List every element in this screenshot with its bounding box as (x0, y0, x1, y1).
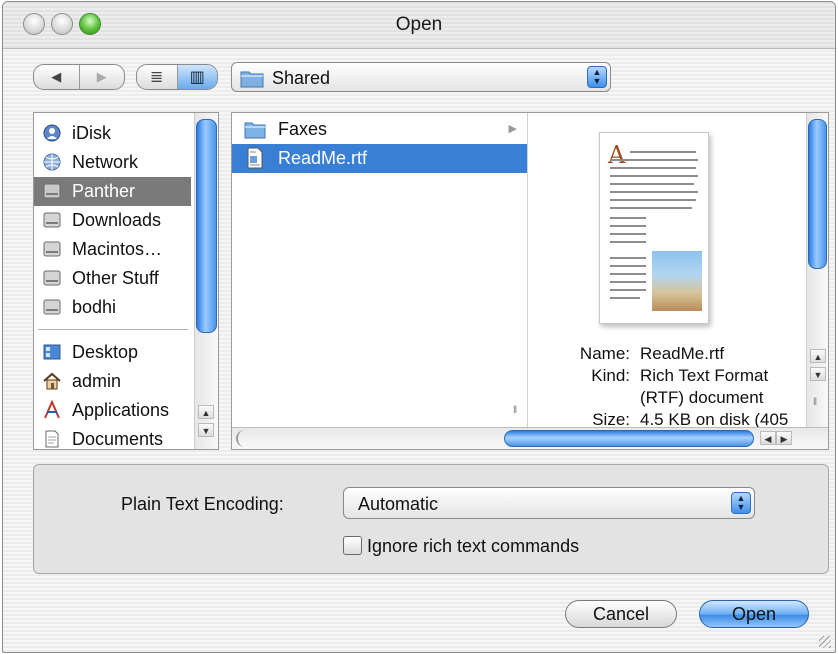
scroll-up-arrow-icon[interactable]: ▲ (198, 405, 214, 419)
documents-icon (45, 430, 59, 448)
sidebar-item-macintosh[interactable]: Macintos… (34, 235, 191, 264)
sidebar: iDisk Network Panther Downloads Macintos… (33, 112, 219, 450)
sidebar-item-panther[interactable]: Panther (34, 177, 191, 206)
drop-cap-glyph: A (608, 141, 626, 169)
sidebar-item-label: iDisk (72, 123, 111, 143)
idisk-icon (43, 124, 61, 142)
list-item-faxes[interactable]: Faxes ▶ (232, 115, 527, 144)
sidebar-item-label: Panther (72, 181, 136, 201)
column-browser: Faxes ▶ ReadMe.rtf ‖ A Name: ReadMe.rtf … (231, 112, 829, 450)
hard-drive-icon (43, 299, 61, 315)
preview-scrollbar[interactable]: ▲ ▼ ‖ (806, 113, 828, 427)
list-item-readme[interactable]: ReadMe.rtf (232, 144, 527, 173)
sidebar-item-label: Applications (72, 400, 170, 420)
window-title: Open (395, 14, 443, 35)
cancel-button[interactable]: Cancel (565, 600, 677, 628)
folder-icon (240, 71, 264, 88)
chevron-right-icon: ▶ (508, 123, 517, 135)
ignore-rich-text-label[interactable]: Ignore rich text commands (367, 536, 579, 557)
rtf-document-icon (247, 147, 263, 169)
document-thumbnail: A (599, 132, 709, 324)
file-name: ReadMe.rtf (278, 148, 368, 168)
document-photo (652, 251, 702, 311)
scroll-up-arrow-icon[interactable]: ▲ (810, 349, 826, 363)
sidebar-scrollbar[interactable]: ▲ ▼ (194, 113, 218, 449)
preview-scroll-thumb[interactable] (808, 119, 827, 269)
column-resize-grip[interactable]: ‖ (813, 397, 817, 408)
sidebar-item-documents[interactable]: Documents (34, 425, 191, 449)
file-name: Faxes (278, 119, 328, 139)
sidebar-item-applications[interactable]: Applications (34, 396, 191, 425)
hard-drive-icon (43, 270, 61, 286)
folder-icon (244, 122, 266, 139)
sidebar-item-network[interactable]: Network (34, 148, 191, 177)
back-forward-control: ◀ ▶ (33, 64, 125, 90)
open-button[interactable]: Open (699, 600, 809, 628)
sidebar-item-label: Desktop (72, 342, 139, 362)
sidebar-divider (38, 329, 188, 330)
options-panel (33, 464, 829, 574)
title-bar[interactable]: Open (3, 2, 835, 49)
sidebar-item-downloads[interactable]: Downloads (34, 206, 191, 235)
scroll-left-arrow-icon[interactable]: ◀ (760, 431, 776, 445)
scroll-down-arrow-icon[interactable]: ▼ (198, 423, 214, 437)
scroll-right-arrow-icon[interactable]: ▶ (776, 431, 792, 445)
file-column: Faxes ▶ ReadMe.rtf (232, 113, 528, 427)
horizontal-scrollbar[interactable]: ◀ ▶ (232, 427, 828, 449)
sidebar-item-label: admin (72, 371, 122, 391)
sidebar-item-admin[interactable]: admin (34, 367, 191, 396)
network-icon (43, 153, 61, 171)
resize-grip-icon[interactable] (819, 636, 831, 648)
list-view-button[interactable]: ≣ (137, 65, 178, 89)
hard-drive-icon (43, 183, 61, 199)
encoding-label: Plain Text Encoding: (121, 494, 284, 514)
popup-arrows-icon: ▲ ▼ (731, 492, 751, 514)
back-button[interactable]: ◀ (34, 65, 80, 89)
column-resize-grip[interactable]: ‖ (513, 405, 517, 416)
sidebar-item-label: Other Stuff (72, 268, 159, 288)
column-view-button[interactable]: ▥ (177, 65, 217, 89)
popup-arrows-icon: ▲ ▼ (587, 66, 607, 88)
sidebar-item-bodhi[interactable]: bodhi (34, 293, 191, 322)
hard-drive-icon (43, 212, 61, 228)
sidebar-scroll-thumb[interactable] (196, 119, 217, 333)
sidebar-item-label: Documents (72, 429, 164, 449)
sidebar-item-label: bodhi (72, 297, 117, 317)
location-popup[interactable]: Shared ▲ ▼ (231, 62, 611, 92)
applications-icon (44, 400, 60, 419)
view-mode-control: ≣ ▥ (136, 64, 218, 90)
encoding-value: Automatic (358, 494, 439, 514)
hard-drive-icon (43, 241, 61, 257)
scroll-down-arrow-icon[interactable]: ▼ (810, 367, 826, 381)
sidebar-item-idisk[interactable]: iDisk (34, 119, 191, 148)
desktop-icon (43, 344, 61, 360)
location-label: Shared (272, 68, 331, 88)
open-dialog: Open ◀ ▶ ≣ ▥ Shared ▲ ▼ iDisk Network Pan… (2, 1, 836, 653)
sidebar-item-label: Network (72, 152, 139, 172)
encoding-popup[interactable]: Automatic ▲ ▼ (343, 487, 755, 519)
horizontal-scroll-thumb[interactable] (504, 430, 754, 447)
sidebar-item-desktop[interactable]: Desktop (34, 338, 191, 367)
sidebar-item-label: Downloads (72, 210, 162, 230)
sidebar-item-other-stuff[interactable]: Other Stuff (34, 264, 191, 293)
ignore-rich-text-checkbox[interactable] (343, 536, 362, 555)
scroll-track-cap (236, 430, 250, 447)
forward-button[interactable]: ▶ (80, 65, 125, 89)
sidebar-item-label: Macintos… (72, 239, 163, 259)
home-icon (43, 372, 61, 390)
